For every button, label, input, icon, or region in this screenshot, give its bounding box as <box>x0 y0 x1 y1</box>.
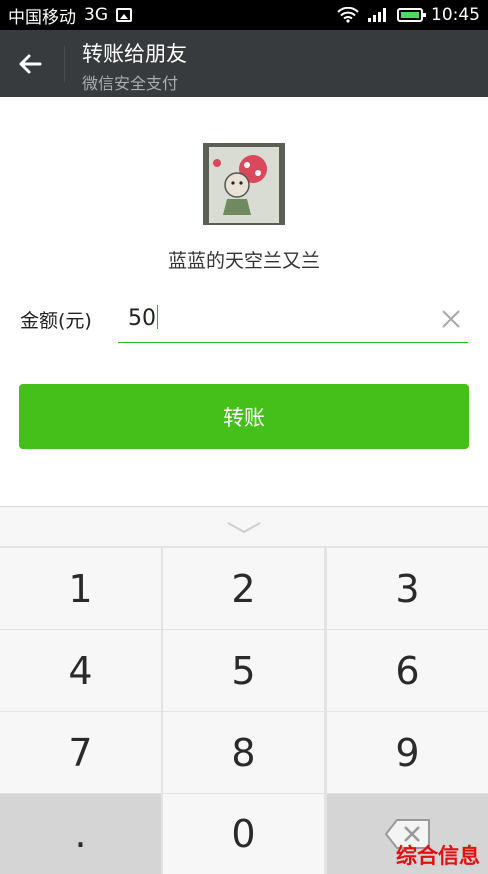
key-0[interactable]: 0 <box>163 794 324 874</box>
image-notification-icon <box>116 8 132 22</box>
back-arrow-icon[interactable] <box>14 48 46 80</box>
avatar-image <box>203 143 285 225</box>
key-1[interactable]: 1 <box>0 548 161 629</box>
numeric-keypad: 1 2 3 4 5 6 7 8 9 . 0 <box>0 506 488 874</box>
key-8[interactable]: 8 <box>163 712 324 793</box>
signal-icon <box>368 8 386 22</box>
amount-value: 50 <box>128 306 156 331</box>
status-right: 10:45 <box>337 5 480 25</box>
network-type: 3G <box>84 5 108 25</box>
clear-icon[interactable] <box>440 308 462 330</box>
battery-icon <box>397 8 426 22</box>
text-caret <box>157 305 158 329</box>
amount-label: 金额(元) <box>20 310 92 332</box>
clock: 10:45 <box>431 5 480 25</box>
amount-value-wrap: 50 <box>128 305 158 331</box>
chevron-down-icon[interactable] <box>224 519 264 535</box>
title-divider <box>64 46 65 82</box>
wifi-icon <box>337 7 359 23</box>
recipient-avatar <box>203 143 285 225</box>
page-subtitle: 微信安全支付 <box>82 74 179 93</box>
amount-input[interactable]: 50 <box>118 298 468 343</box>
page-title: 转账给朋友 <box>82 42 187 66</box>
key-4[interactable]: 4 <box>0 630 161 711</box>
key-9[interactable]: 9 <box>327 712 488 793</box>
carrier-name: 中国移动 <box>8 7 76 28</box>
key-6[interactable]: 6 <box>327 630 488 711</box>
key-decimal[interactable]: . <box>0 794 161 874</box>
key-5[interactable]: 5 <box>163 630 324 711</box>
status-bar: 中国移动 3G 10:45 <box>0 0 488 30</box>
key-2[interactable]: 2 <box>163 548 324 629</box>
watermark-text: 综合信息 <box>396 844 480 868</box>
carrier-group: 中国移动 3G <box>8 3 132 28</box>
keypad-header <box>0 506 488 546</box>
recipient-name: 蓝蓝的天空兰又兰 <box>167 250 320 272</box>
key-3[interactable]: 3 <box>327 548 488 629</box>
title-bar: 转账给朋友 微信安全支付 <box>0 30 488 97</box>
transfer-button[interactable]: 转账 <box>19 384 469 449</box>
key-7[interactable]: 7 <box>0 712 161 793</box>
